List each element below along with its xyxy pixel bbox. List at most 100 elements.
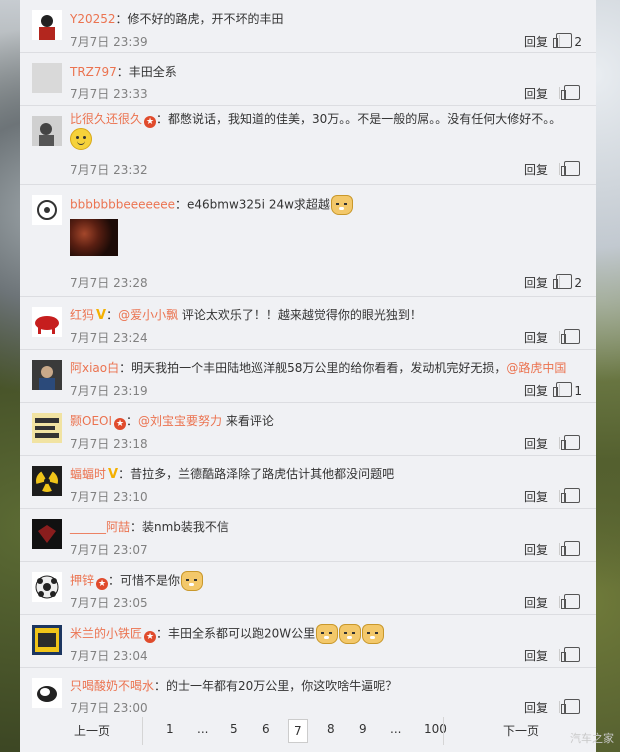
reply-button[interactable]: 回复 <box>524 647 548 664</box>
comment-text: ：昔拉多，兰德酷路泽除了路虎估计其他都没问题吧 <box>118 467 395 481</box>
like-count: 2 <box>574 276 582 290</box>
avatar[interactable] <box>32 678 62 708</box>
comment-text: ：e46bmw325i 24w求超越 <box>175 197 330 212</box>
pagination: 上一页 1 ... 5 6 7 8 9 ... 100 下一页 <box>20 717 596 752</box>
comment-panel: Y20252：修不好的路虎，开不坏的丰田 7月7日 23:39 回复 2 TRZ… <box>20 0 596 752</box>
username[interactable]: 押锌 <box>70 574 94 588</box>
like-button[interactable]: 2 <box>553 274 582 290</box>
like-button[interactable] <box>561 85 582 101</box>
like-button[interactable] <box>561 435 582 451</box>
comment-text: ：都憋说话，我知道的佳美，30万。。不是一般的屌。。没有任何大修好不。。 <box>156 112 562 126</box>
like-button[interactable]: 1 <box>553 382 582 398</box>
comment-item: 只喝酸奶不喝水：的士一年都有20万公里，你这吹啥牛逼呢？ 7月7日 23:00 … <box>20 668 596 719</box>
timestamp: 7月7日 23:28 <box>70 276 148 290</box>
reply-button[interactable]: 回复 <box>524 541 548 558</box>
username[interactable]: TRZ797 <box>70 65 117 79</box>
divider <box>559 490 560 502</box>
comment-item: 蝠蝠时 V：昔拉多，兰德酷路泽除了路虎估计其他都没问题吧 7月7日 23:10 回… <box>20 456 596 509</box>
username[interactable]: 红犸 <box>70 308 94 322</box>
like-button[interactable] <box>561 699 582 715</box>
avatar[interactable] <box>32 360 62 390</box>
avatar[interactable] <box>32 307 62 337</box>
comment-item: 颢OEOI ★ ：@刘宝宝要努力 来看评论 7月7日 23:18 回复 <box>20 403 596 456</box>
prev-page-button[interactable]: 上一页 <box>74 722 110 739</box>
reply-button[interactable]: 回复 <box>524 274 548 291</box>
reply-button[interactable]: 回复 <box>524 161 548 178</box>
username[interactable]: ______阿喆 <box>70 520 130 534</box>
like-button[interactable] <box>561 541 582 557</box>
timestamp: 7月7日 23:07 <box>70 543 148 557</box>
timestamp: 7月7日 23:05 <box>70 596 148 610</box>
avatar[interactable] <box>32 116 62 146</box>
thumbs-up-icon <box>553 274 573 289</box>
divider <box>559 87 560 99</box>
mention-link[interactable]: @路虎中国 <box>506 361 566 375</box>
username[interactable]: 颢OEOI <box>70 414 112 428</box>
username[interactable]: 米兰的小铁匠 <box>70 627 142 641</box>
username[interactable]: Y20252 <box>70 12 116 26</box>
username[interactable]: 只喝酸奶不喝水 <box>70 679 154 693</box>
divider <box>559 701 560 713</box>
comment-text: ：修不好的路虎，开不坏的丰田 <box>115 12 284 26</box>
vip-badge-icon: ★ <box>96 577 109 590</box>
avatar[interactable] <box>32 572 62 602</box>
page-link[interactable]: 1 <box>166 722 174 736</box>
reply-button[interactable]: 回复 <box>524 33 548 50</box>
username[interactable]: 比很久还很久 <box>70 112 142 126</box>
page-link[interactable]: 6 <box>262 722 270 736</box>
divider <box>559 543 560 555</box>
timestamp: 7月7日 23:04 <box>70 649 148 663</box>
username[interactable]: bbbbbbbeeeeeee <box>70 198 175 212</box>
reply-button[interactable]: 回复 <box>524 594 548 611</box>
comment-item: 押锌 ★ ：可惜不是你 7月7日 23:05 回复 <box>20 562 596 615</box>
thumbs-up-icon <box>561 161 580 176</box>
like-button[interactable]: 2 <box>553 33 582 49</box>
comment-text: ：明天我拍一个丰田陆地巡洋舰58万公里的给你看看，发动机完好无损， <box>119 361 507 375</box>
avatar[interactable] <box>32 413 62 443</box>
like-button[interactable] <box>561 329 582 345</box>
username[interactable]: 蝠蝠时 <box>70 467 106 481</box>
thumbs-up-icon <box>561 647 580 662</box>
comment-text: ：装nmb装我不信 <box>130 520 229 534</box>
comment-text: ：可惜不是你 <box>108 573 181 588</box>
reply-button[interactable]: 回复 <box>524 382 548 399</box>
dog-emoji-icon <box>330 195 353 215</box>
pager-divider <box>443 717 444 745</box>
mention-link[interactable]: @爱小小飘 <box>118 308 178 322</box>
reply-button[interactable]: 回复 <box>524 488 548 505</box>
comment-image[interactable] <box>70 219 118 256</box>
avatar[interactable] <box>32 466 62 496</box>
vip-badge-icon: ★ <box>114 418 127 430</box>
thumbs-up-icon <box>553 382 573 397</box>
avatar[interactable] <box>32 519 62 549</box>
comment-text: 评论太欢乐了！！越来越觉得你的眼光独到！ <box>178 308 422 322</box>
vip-badge-icon: ★ <box>144 630 157 643</box>
avatar[interactable] <box>32 195 62 225</box>
avatar[interactable] <box>32 625 62 655</box>
emoji-icon <box>70 128 92 150</box>
page-link[interactable]: 5 <box>230 722 238 736</box>
avatar[interactable] <box>32 63 62 93</box>
username[interactable]: 阿xiao白 <box>70 361 119 375</box>
like-button[interactable] <box>561 594 582 610</box>
thumbs-up-icon <box>561 329 580 344</box>
like-button[interactable] <box>561 161 582 177</box>
next-page-button[interactable]: 下一页 <box>503 722 539 739</box>
timestamp: 7月7日 23:19 <box>70 384 148 398</box>
like-button[interactable] <box>561 647 582 663</box>
mention-link[interactable]: @刘宝宝要努力 <box>138 414 222 428</box>
thumbs-up-icon <box>561 541 580 556</box>
comment-item: 米兰的小铁匠 ★ ：丰田全系都可以跑20W公里 7月7日 23:04 回复 <box>20 615 596 668</box>
page-link[interactable]: 9 <box>359 722 367 736</box>
timestamp: 7月7日 23:18 <box>70 437 148 451</box>
timestamp: 7月7日 23:33 <box>70 87 148 101</box>
page-link[interactable]: 8 <box>327 722 335 736</box>
like-button[interactable] <box>561 488 582 504</box>
avatar[interactable] <box>32 10 62 40</box>
reply-button[interactable]: 回复 <box>524 435 548 452</box>
dog-emoji-icon <box>316 624 339 644</box>
reply-button[interactable]: 回复 <box>524 699 548 716</box>
reply-button[interactable]: 回复 <box>524 329 548 346</box>
reply-button[interactable]: 回复 <box>524 85 548 102</box>
comment-text: 来看评论 <box>222 414 274 428</box>
